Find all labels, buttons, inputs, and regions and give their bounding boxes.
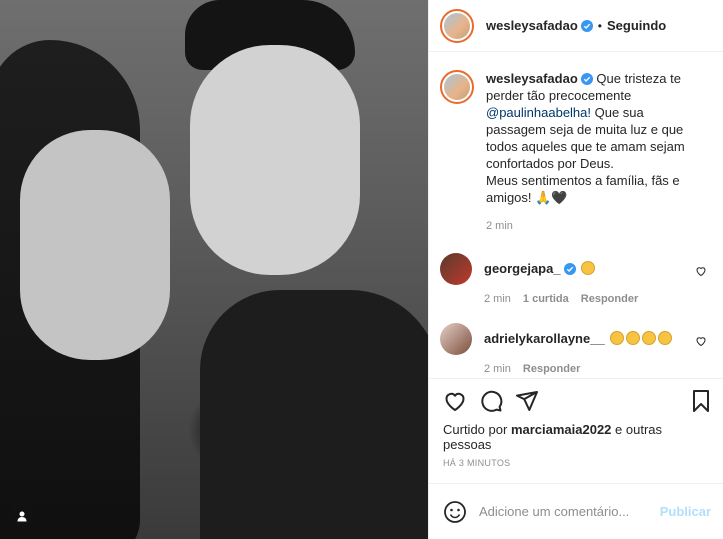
sad-face-emoji-icon	[658, 331, 673, 345]
emoji-smiley-icon[interactable]	[443, 500, 467, 524]
caption-mention-link[interactable]: @paulinhaabelha!	[486, 105, 591, 120]
photo-man-face	[190, 45, 360, 275]
likes-summary: Curtido por marciamaia2022 e outras pess…	[429, 422, 723, 452]
post-header: wesleysafadao • Seguindo	[429, 0, 723, 52]
user-tag-button[interactable]	[9, 503, 34, 528]
comment-like-heart-icon[interactable]	[695, 335, 707, 347]
comment-time[interactable]: 2 min	[484, 293, 511, 305]
comment-bubble-icon[interactable]	[479, 389, 503, 413]
save-bookmark-icon[interactable]	[689, 389, 713, 413]
verified-badge-icon	[580, 73, 593, 85]
post-caption: wesleysafadao Que tristeza te perder tão…	[440, 70, 707, 235]
post-timestamp[interactable]: HÁ 3 MINUTOS	[429, 452, 723, 468]
reply-button[interactable]: Responder	[581, 293, 638, 305]
instagram-post: wesleysafadao • Seguindo wesleysafadao Q…	[0, 0, 723, 539]
photo-woman-face	[20, 130, 170, 360]
separator-dot: •	[597, 18, 602, 33]
author-username[interactable]: wesleysafadao	[486, 18, 578, 33]
caption-username[interactable]: wesleysafadao	[486, 71, 578, 86]
caption-last-line: Meus sentimentos a família, fãs e amigos…	[486, 173, 680, 205]
author-avatar[interactable]	[440, 8, 474, 43]
post-sidebar: wesleysafadao • Seguindo wesleysafadao Q…	[428, 0, 723, 539]
commenter-username[interactable]: georgejapa_	[484, 261, 561, 276]
reply-button[interactable]: Responder	[523, 363, 580, 375]
sad-face-emoji-icon	[626, 331, 641, 345]
verified-badge-icon	[563, 263, 576, 275]
sad-face-emoji-icon	[642, 331, 657, 345]
liked-by-username[interactable]: marciamaia2022	[511, 422, 611, 437]
commenter-username[interactable]: adrielykarollayne__	[484, 331, 605, 346]
comments-list[interactable]: wesleysafadao Que tristeza te perder tão…	[429, 52, 723, 378]
share-send-icon[interactable]	[515, 389, 539, 413]
comment-likes-count[interactable]: 1 curtida	[523, 293, 569, 305]
user-icon	[17, 511, 26, 521]
verified-badge-icon	[580, 19, 593, 32]
comment-time[interactable]: 2 min	[484, 363, 511, 375]
commenter-avatar[interactable]	[440, 323, 472, 355]
commenter-avatar[interactable]	[440, 253, 472, 285]
comment-item: georgejapa_ 2 min 1 curtida Responder	[440, 253, 707, 305]
post-photo[interactable]	[0, 0, 428, 539]
add-comment-input[interactable]	[479, 504, 660, 519]
photo-man-shirt	[200, 290, 428, 539]
like-heart-icon[interactable]	[443, 389, 467, 413]
likes-prefix: Curtido por	[443, 422, 508, 437]
publish-button[interactable]: Publicar	[660, 504, 711, 519]
following-button[interactable]: Seguindo	[607, 18, 666, 33]
sad-face-emoji-icon	[581, 261, 596, 275]
action-bar	[429, 378, 723, 422]
caption-avatar[interactable]	[440, 70, 474, 104]
comment-item: adrielykarollayne__ 2 min Responder	[440, 323, 707, 375]
sad-face-emoji-icon	[610, 331, 625, 345]
caption-time[interactable]: 2 min	[486, 218, 707, 235]
comment-like-heart-icon[interactable]	[695, 265, 707, 277]
add-comment-bar: Publicar	[429, 483, 723, 539]
